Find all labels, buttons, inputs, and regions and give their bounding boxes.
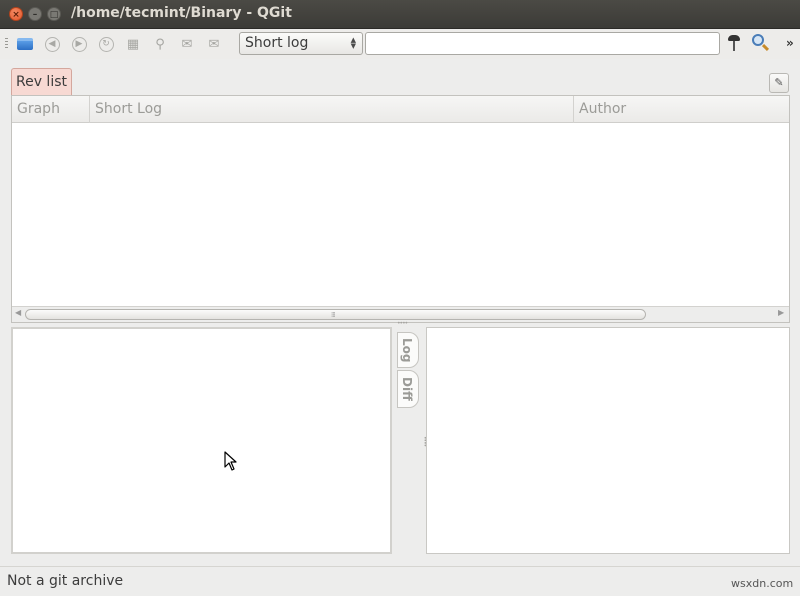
tab-diff[interactable]: Diff (397, 370, 419, 408)
back-icon[interactable]: ◀ (43, 35, 61, 53)
apply-patch-icon[interactable]: ✉ (205, 35, 223, 53)
watermark-text: wsxdn.com (731, 577, 794, 590)
mouse-cursor-icon (224, 451, 237, 471)
tab-log-label: Log (400, 337, 414, 363)
close-window-button[interactable]: × (9, 7, 23, 21)
minimize-window-button[interactable]: – (28, 7, 42, 21)
view-icon[interactable]: ▦ (124, 35, 142, 53)
forward-icon[interactable]: ▶ (70, 35, 88, 53)
file-list-pane[interactable] (426, 327, 790, 554)
rev-list-header: Graph Short Log Author (12, 96, 789, 123)
toolbar-grip[interactable] (5, 38, 8, 50)
tab-log[interactable]: Log (397, 332, 419, 368)
revision-description-pane[interactable] (11, 327, 392, 554)
scroll-right-icon[interactable]: ▶ (778, 308, 784, 317)
rev-list-panel: Graph Short Log Author ◀ ⁞⁞⁞ ▶ (11, 95, 790, 323)
horizontal-splitter-handle[interactable]: •••• (397, 320, 408, 327)
select-arrows-icon: ▲ ▼ (350, 36, 356, 50)
window-title: /home/tecmint/Binary - QGit (71, 5, 292, 21)
log-type-value: Short log (245, 35, 309, 51)
search-input[interactable] (365, 32, 720, 55)
scroll-left-icon[interactable]: ◀ (15, 308, 21, 317)
scrollbar-grip-icon: ⁞⁞⁞ (331, 311, 336, 319)
tab-rev-list[interactable]: Rev list (11, 68, 72, 95)
log-type-select[interactable]: Short log ▲ ▼ (239, 32, 363, 55)
close-tab-icon[interactable]: ✎ (769, 73, 789, 93)
tab-rev-list-label: Rev list (15, 74, 67, 90)
tab-diff-label: Diff (400, 377, 414, 401)
title-bar: × – □ /home/tecmint/Binary - QGit (0, 0, 800, 29)
column-header-short-log[interactable]: Short Log (90, 96, 574, 123)
tag-icon[interactable]: ⚲ (151, 35, 169, 53)
refresh-icon[interactable]: ↻ (97, 35, 115, 53)
status-message: Not a git archive (7, 573, 124, 589)
column-header-graph[interactable]: Graph (12, 96, 90, 123)
maximize-window-button[interactable]: □ (47, 7, 61, 21)
scrollbar-thumb[interactable]: ⁞⁞⁞ (25, 309, 646, 320)
toolbar-overflow-button[interactable]: » (786, 36, 794, 50)
patch-icon[interactable]: ✉ (178, 35, 196, 53)
status-bar: Not a git archive (0, 566, 800, 596)
filter-icon[interactable] (727, 35, 741, 53)
magnify-icon[interactable] (752, 34, 770, 52)
column-header-author[interactable]: Author (574, 96, 789, 123)
open-folder-icon[interactable] (16, 35, 34, 53)
